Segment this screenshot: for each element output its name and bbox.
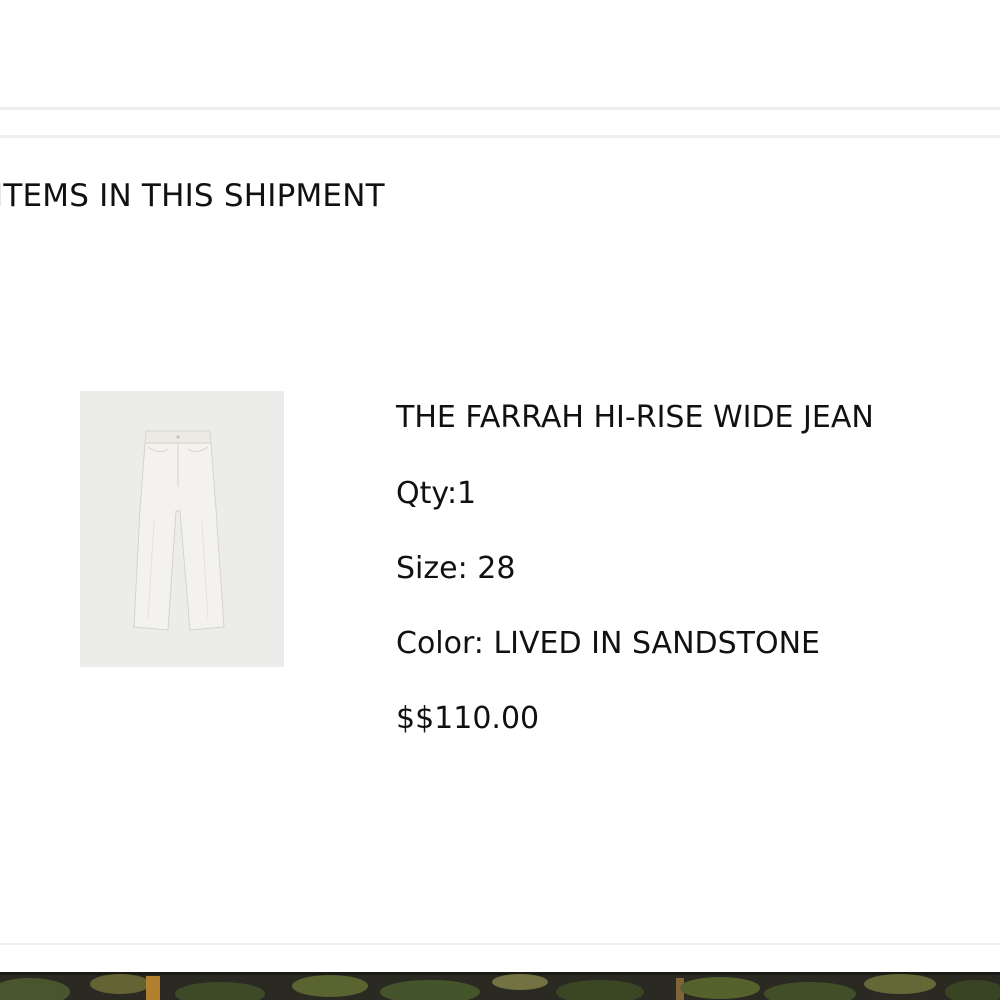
product-color: Color: LIVED IN SANDSTONE	[396, 626, 820, 661]
product-image[interactable]	[80, 391, 284, 667]
product-price: $$110.00	[396, 701, 540, 736]
shipment-items-heading: ITEMS IN THIS SHIPMENT	[0, 178, 385, 214]
jeans-icon	[133, 430, 225, 631]
product-size: Size: 28	[396, 551, 516, 586]
divider	[0, 107, 1000, 110]
divider	[0, 135, 1000, 138]
foliage-photo-icon	[0, 972, 1000, 1000]
divider	[0, 943, 1000, 945]
product-name[interactable]: THE FARRAH HI-RISE WIDE JEAN	[396, 400, 874, 435]
header-area	[0, 0, 1000, 108]
order-shipment-page: ITEMS IN THIS SHIPMENT THE FARRAH HI-RIS…	[0, 0, 1000, 1000]
footer-foliage-image	[0, 972, 1000, 1000]
product-quantity: Qty:1	[396, 476, 477, 511]
